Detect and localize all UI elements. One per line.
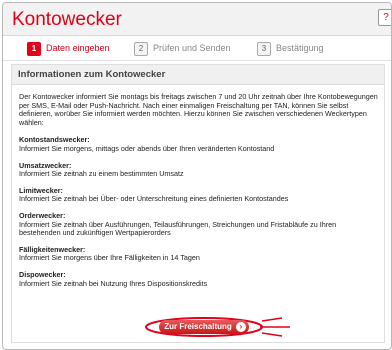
- step-label: Daten eingeben: [46, 43, 110, 53]
- step-label: Prüfen und Senden: [153, 43, 231, 53]
- item-description: Informiert Sie morgens über Ihre Fälligk…: [19, 253, 200, 263]
- list-item: Fälligkeitenwecker: Informiert Sie morge…: [19, 245, 378, 263]
- kontowecker-window: Kontowecker ? 1 Daten eingeben 2 Prüfen un…: [2, 2, 392, 350]
- item-description: Informiert Sie morgens, mittags oder abe…: [19, 143, 275, 153]
- item-description: Informiert Sie zeitnah zu einem bestimmt…: [19, 169, 184, 179]
- step-bestaetigung: 3 Bestätigung: [257, 42, 324, 56]
- intro-text: Der Kontowecker informiert Sie montags b…: [19, 92, 378, 127]
- window-title: Kontowecker: [12, 9, 122, 30]
- step-number: 2: [134, 42, 148, 56]
- arrow-right-icon: ›: [236, 322, 246, 332]
- help-icon[interactable]: ?: [378, 9, 391, 26]
- list-item: Limitwecker: Informiert Sie zeitnah bei …: [19, 186, 378, 204]
- step-indicator: 1 Daten eingeben 2 Prüfen und Senden 3 Best…: [3, 36, 391, 61]
- item-description: Informiert Sie zeitnah über Ausführungen…: [19, 219, 337, 238]
- list-item: Orderwecker: Informiert Sie zeitnah über…: [19, 211, 378, 238]
- list-item: Kontostandswecker: Informiert Sie morgen…: [19, 136, 378, 153]
- list-item: Dispowecker: Informiert Sie zeitnah bei …: [19, 270, 378, 288]
- title-bar: Kontowecker ?: [3, 3, 391, 36]
- step-label: Bestätigung: [276, 43, 324, 53]
- list-item: Umsatzwecker: Informiert Sie zeitnah zu …: [19, 161, 378, 179]
- step-daten-eingeben: 1 Daten eingeben: [27, 42, 110, 56]
- button-label: Zur Freischaltung: [164, 322, 232, 331]
- button-area: Zur Freischaltung ›: [12, 316, 384, 338]
- item-description: Informiert Sie zeitnah bei Über- oder Un…: [19, 194, 289, 204]
- step-pruefen-und-senden: 2 Prüfen und Senden: [134, 42, 231, 56]
- step-number: 1: [27, 42, 41, 56]
- step-number: 3: [257, 42, 271, 56]
- item-description: Informiert Sie zeitnah bei Nutzung Ihres…: [19, 278, 208, 288]
- zur-freischaltung-button[interactable]: Zur Freischaltung ›: [159, 320, 249, 334]
- section-heading: Informationen zum Kontowecker: [12, 65, 384, 85]
- info-body: Der Kontowecker informiert Sie montags b…: [19, 92, 378, 296]
- info-panel: Informationen zum Kontowecker Der Kontow…: [11, 64, 385, 343]
